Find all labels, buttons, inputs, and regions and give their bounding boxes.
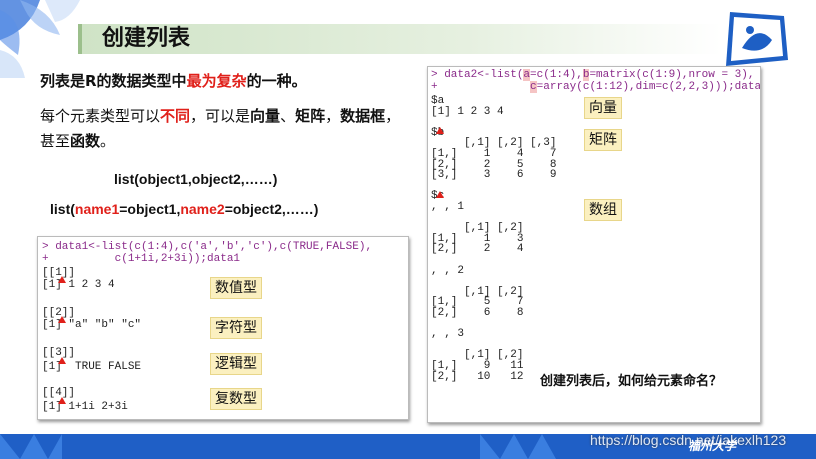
code-command-line2: + c(1+1i,2+3i));data1 [42, 253, 241, 265]
red-arrow-icon [58, 357, 66, 364]
type-label-character: 字符型 [210, 317, 262, 339]
red-arrow-icon [58, 397, 66, 404]
type-label-array: 数组 [584, 199, 622, 221]
code-output-line: [2,] 2 4 [431, 243, 524, 256]
code-panel-data1: > data1<-list(c(1:4),c('a','b','c'),c(TR… [37, 236, 409, 420]
type-label-numeric: 数值型 [210, 277, 262, 299]
syntax-named: list(name1=object1,name2=object2,……) [50, 201, 319, 217]
red-arrow-icon [436, 127, 444, 134]
code-output-line: , , 3 [431, 328, 465, 341]
red-arrow-icon [436, 191, 444, 198]
description-paragraph: 每个元素类型可以不同，可以是向量、矩阵，数据框，甚至函数。 [40, 107, 401, 150]
code-output-line: [1] 1 2 3 4 [431, 105, 504, 118]
syntax-unnamed: list(object1,object2,……) [114, 171, 278, 187]
decorative-petals-icon [0, 0, 80, 78]
university-logo-icon [726, 12, 788, 66]
school-name: 福州大学 [688, 439, 737, 453]
type-label-complex: 复数型 [210, 388, 262, 410]
slide: 创建列表 列表是R的数据类型中最为复杂的一种。 每个元素类型可以不同，可以是向量… [0, 0, 816, 459]
page-title: 创建列表 [102, 26, 191, 51]
intro-line: 列表是R的数据类型中最为复杂的一种。 [40, 72, 307, 90]
red-arrow-icon [58, 276, 66, 283]
code-output-line: [2,] 6 8 [431, 307, 524, 319]
code-output-line: [1] TRUE FALSE [42, 361, 142, 373]
type-label-matrix: 矩阵 [584, 129, 622, 151]
code-output-line: [1] 1+1i 2+3i [42, 401, 128, 413]
code-output-line: , , 1 [431, 201, 465, 213]
question-text: 创建列表后，如何给元素命名？ [540, 374, 723, 389]
red-arrow-icon [58, 316, 66, 323]
type-label-vector: 向量 [584, 97, 622, 119]
code-output-line: , , 2 [431, 264, 465, 277]
code-output-line: [3,] 3 6 9 [431, 169, 557, 182]
code-output-line: [2,] 10 12 [431, 370, 524, 383]
code-output-line: [1] "a" "b" "c" [42, 319, 142, 331]
code-output-line: [1] 1 2 3 4 [42, 279, 115, 291]
type-label-logical: 逻辑型 [210, 353, 262, 375]
code-command-line1: > data2<-list(a=c(1:4),b=matrix(c(1:9),n… [431, 69, 755, 81]
code-command-line1: > data1<-list(c(1:4),c('a','b','c'),c(TR… [42, 241, 373, 253]
code-command-line2: + c=array(c(1:12),dim=c(2,2,3)));data2 [431, 81, 761, 93]
